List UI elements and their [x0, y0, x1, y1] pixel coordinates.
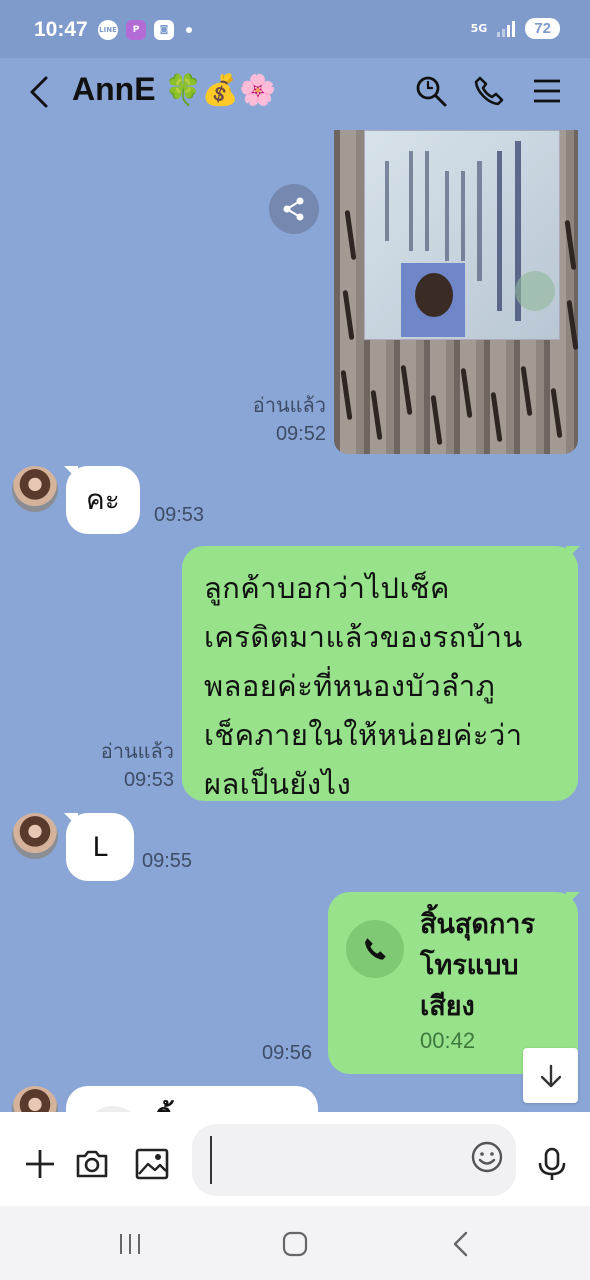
system-nav-bar	[0, 1206, 590, 1280]
contact-avatar[interactable]	[12, 466, 58, 512]
plus-icon[interactable]	[22, 1146, 58, 1182]
call-status-line: โทรแบบ	[420, 950, 519, 981]
battery-indicator: 72	[525, 18, 560, 39]
back-icon[interactable]	[26, 74, 54, 110]
call-status-line: สิ้นสุดการ	[420, 909, 535, 940]
call-status-line: เสียง	[420, 991, 475, 1022]
app-notification-icon: P	[126, 20, 146, 40]
id-card-portrait	[401, 263, 465, 337]
more-notifications-dot	[186, 27, 192, 33]
contact-name-title[interactable]: AnnE 🍀💰🌸	[72, 71, 277, 108]
message-line: ผลเป็นยังไง	[204, 767, 352, 801]
menu-icon[interactable]	[530, 74, 564, 108]
message-time: 09:52	[275, 423, 326, 445]
contact-name: AnnE	[72, 71, 156, 107]
call-status-line: สิ้นสุดการ	[156, 1098, 271, 1112]
contact-name-emoji: 🍀💰🌸	[164, 74, 277, 107]
message-input[interactable]	[192, 1124, 516, 1196]
text-cursor	[210, 1136, 212, 1184]
chat-header: AnnE 🍀💰🌸	[0, 58, 590, 130]
share-button[interactable]	[269, 184, 319, 234]
image-msg-meta: อ่านแล้ว 09:52	[236, 392, 326, 448]
message-line: พลอยค่ะที่หนองบัวลำภู	[204, 669, 496, 703]
incoming-message[interactable]: L	[66, 813, 134, 881]
call-ended-message[interactable]: สิ้นสุดการ โทรแบบ เสียง 00:42	[328, 892, 578, 1074]
image-icon[interactable]	[134, 1146, 170, 1182]
line-app-icon: LINE	[98, 20, 118, 40]
message-time: 09:56	[262, 1042, 313, 1064]
id-card	[364, 130, 560, 340]
emoji-icon[interactable]	[470, 1140, 504, 1174]
phone-icon	[365, 938, 386, 960]
home-icon[interactable]	[281, 1230, 309, 1258]
message-line: ลูกค้าบอกว่าไปเช็ค	[204, 571, 450, 605]
share-icon	[283, 197, 304, 221]
incoming-message[interactable]: คะ	[66, 466, 140, 534]
phone-icon[interactable]	[472, 74, 506, 108]
network-type: 5G	[470, 21, 488, 35]
id-card-photo[interactable]	[334, 130, 578, 454]
back-nav-icon[interactable]	[448, 1230, 476, 1258]
status-time: 10:47	[34, 18, 88, 41]
message-time: 09:53	[123, 769, 174, 791]
read-label: อ่านแล้ว	[100, 741, 174, 763]
contact-avatar[interactable]	[12, 1086, 58, 1112]
message-time: 09:53	[154, 504, 205, 526]
text-msg-meta: อ่านแล้ว 09:53	[84, 738, 174, 794]
call-duration: 00:42	[420, 1028, 476, 1053]
notification-icons: LINE P ◙	[98, 20, 192, 40]
recent-apps-icon[interactable]	[116, 1230, 144, 1258]
message-line: เครดิตมาแล้วของรถบ้าน	[204, 620, 523, 654]
message-time: 09:55	[142, 850, 193, 872]
status-bar: 10:47 LINE P ◙ 5G 72	[0, 0, 590, 58]
message-line: เช็คภายในให้หน่อยค่ะว่า	[204, 718, 523, 752]
outgoing-message[interactable]: ลูกค้าบอกว่าไปเช็ค เครดิตมาแล้วของรถบ้าน…	[182, 546, 578, 801]
read-label: อ่านแล้ว	[252, 395, 326, 417]
scroll-to-bottom-button[interactable]	[523, 1048, 578, 1103]
chat-area[interactable]: อ่านแล้ว 09:52 คะ 09:53 ลูกค้าบอกว่าไปเช…	[0, 130, 590, 1112]
screenshot-icon: ◙	[154, 20, 174, 40]
call-circle	[346, 920, 404, 978]
incoming-call-message[interactable]: สิ้นสุดการ	[66, 1086, 318, 1112]
camera-icon[interactable]	[74, 1146, 110, 1182]
search-icon[interactable]	[414, 74, 448, 108]
signal-icon	[497, 20, 516, 37]
arrow-down-icon	[540, 1064, 561, 1087]
status-right: 5G 72	[471, 18, 560, 39]
mic-icon[interactable]	[534, 1146, 570, 1182]
contact-avatar[interactable]	[12, 813, 58, 859]
message-input-bar	[0, 1112, 590, 1206]
